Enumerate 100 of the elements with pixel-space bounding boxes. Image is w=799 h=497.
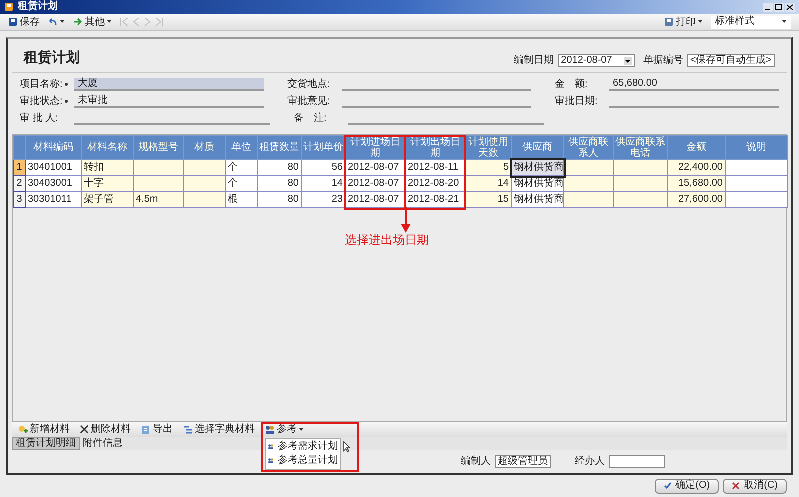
table-cell [564,176,614,192]
table-cell [614,192,668,208]
close-icon [732,482,740,490]
table-cell: 15,680.00 [668,176,726,192]
text-field[interactable]: <保存可自动生成> [687,54,775,67]
close-icon [80,425,89,434]
table-cell: 80 [258,192,302,208]
table-cell: 15 [466,192,512,208]
table-cell: 80 [258,176,302,192]
window-title: 租赁计划 [18,2,58,12]
table-row[interactable]: 1 30401001 转扣 个 80 56 2012-08-07 2012-08-11 5 钢材供货商 22,400.00 [14,160,788,176]
tab[interactable]: 附件信息 [80,437,126,450]
checkmark-icon [664,482,672,490]
add-icon [18,424,28,434]
table-cell [184,176,226,192]
field-label: 交货地点: [288,78,330,92]
field-label: 备 注: [294,112,327,126]
field-label: 审批日期: [555,94,598,109]
annotation-text: 选择进出场日期 [345,232,429,249]
menu-item[interactable]: 参考总量计划 [266,454,340,468]
column-header[interactable]: 计划进场日期 [346,136,406,160]
column-header[interactable]: 单位 [226,136,258,160]
table-cell: 钢材供货商 [512,160,564,176]
table-cell: 根 [226,192,258,208]
table-row[interactable]: 2 30403001 十字 个 80 14 2012-08-07 2012-08-20 14 钢材供货商 15,680.00 [14,176,788,192]
caret-icon [624,56,632,64]
reference-menu-button[interactable]: 参考 [265,424,304,434]
save-button[interactable]: 保存 [8,14,40,30]
required-icon [64,83,68,86]
field-label: 审批状态: [20,94,63,109]
table-cell: 14 [466,176,512,192]
close-icon[interactable] [785,2,795,12]
field-label: 经办人 [575,454,605,469]
toolbar-button[interactable]: 选择字典材料 [183,424,255,434]
required-icon [64,100,68,103]
table-cell: 4.5m [134,192,184,208]
text-field[interactable]: 大厦 [74,78,264,91]
field-label: 审批意见: [288,94,330,109]
menu-item[interactable]: 参考需求计划 [266,440,340,454]
date-field[interactable]: 2012-08-07 [558,54,636,67]
cancel-button[interactable]: 取消(C) [723,478,787,494]
arrow-icon [73,18,83,26]
column-header[interactable]: 计划单价 [302,136,346,160]
text-field[interactable]: 未审批 [74,95,264,108]
toolbar-button[interactable]: 导出 [141,424,173,434]
field-label: 金 额: [555,78,588,92]
mouse-cursor-icon [343,440,352,452]
list-icon [183,424,193,434]
caret-icon [698,20,703,24]
people-icon [268,442,274,452]
table-cell [614,176,668,192]
table-cell: 个 [226,176,258,192]
minimize-icon[interactable] [763,2,773,12]
column-header[interactable]: 计划出场日期 [406,136,466,160]
column-header[interactable]: 材料编码 [26,136,82,160]
toolbar-button[interactable]: 新增材料 [18,424,70,434]
table-cell: 转扣 [82,160,134,176]
table-cell [726,176,788,192]
table-cell: 5 [466,160,512,176]
maximize-icon[interactable] [774,2,784,12]
table-cell: 个 [226,160,258,176]
print-button[interactable]: 打印 [664,14,703,30]
caret-icon [60,20,65,24]
caret-icon [782,20,787,24]
row-number: 2 [14,176,26,192]
table-cell [134,176,184,192]
text-field[interactable]: 65,680.00 [609,78,780,91]
field-label: 编制人 [461,454,491,469]
undo-icon [48,18,58,26]
window-icon [4,2,14,12]
style-select[interactable]: 标准样式 [711,16,791,28]
table-cell [726,192,788,208]
caret-icon [299,428,304,432]
table-cell: 架子管 [82,192,134,208]
people-icon [265,424,275,434]
text-field[interactable]: 超级管理员 [495,455,551,468]
column-header[interactable]: 租赁数量 [258,136,302,160]
table-cell: 22,400.00 [668,160,726,176]
table-cell [134,160,184,176]
table-cell [564,192,614,208]
row-number: 1 [14,160,26,176]
tab[interactable]: 租赁计划明细 [12,437,80,450]
field-label: 编制日期 [514,54,554,68]
row-number: 3 [14,192,26,208]
table-row[interactable]: 3 30301011 架子管 4.5m 根 80 23 2012-08-07 2012-08-21 15 钢材供货商 27,600.00 [14,192,788,208]
other-button[interactable]: 其他 [73,14,112,30]
undo-button[interactable] [48,18,65,26]
page-heading: 租赁计划 [24,48,80,67]
caret-icon [107,20,112,24]
field-label: 审 批 人: [20,112,58,126]
ok-button[interactable]: 确定(O) [654,478,720,494]
table-cell: 80 [258,160,302,176]
table-cell: 30301011 [26,192,82,208]
annotation-arrow [401,207,411,233]
toolbar-button[interactable]: 删除材料 [80,424,131,434]
field-label: 单据编号 [643,54,684,68]
text-field[interactable] [609,455,665,468]
field-label: 项目名称: [20,78,63,92]
document-icon [141,424,151,434]
column-header[interactable]: 说明 [726,136,788,160]
